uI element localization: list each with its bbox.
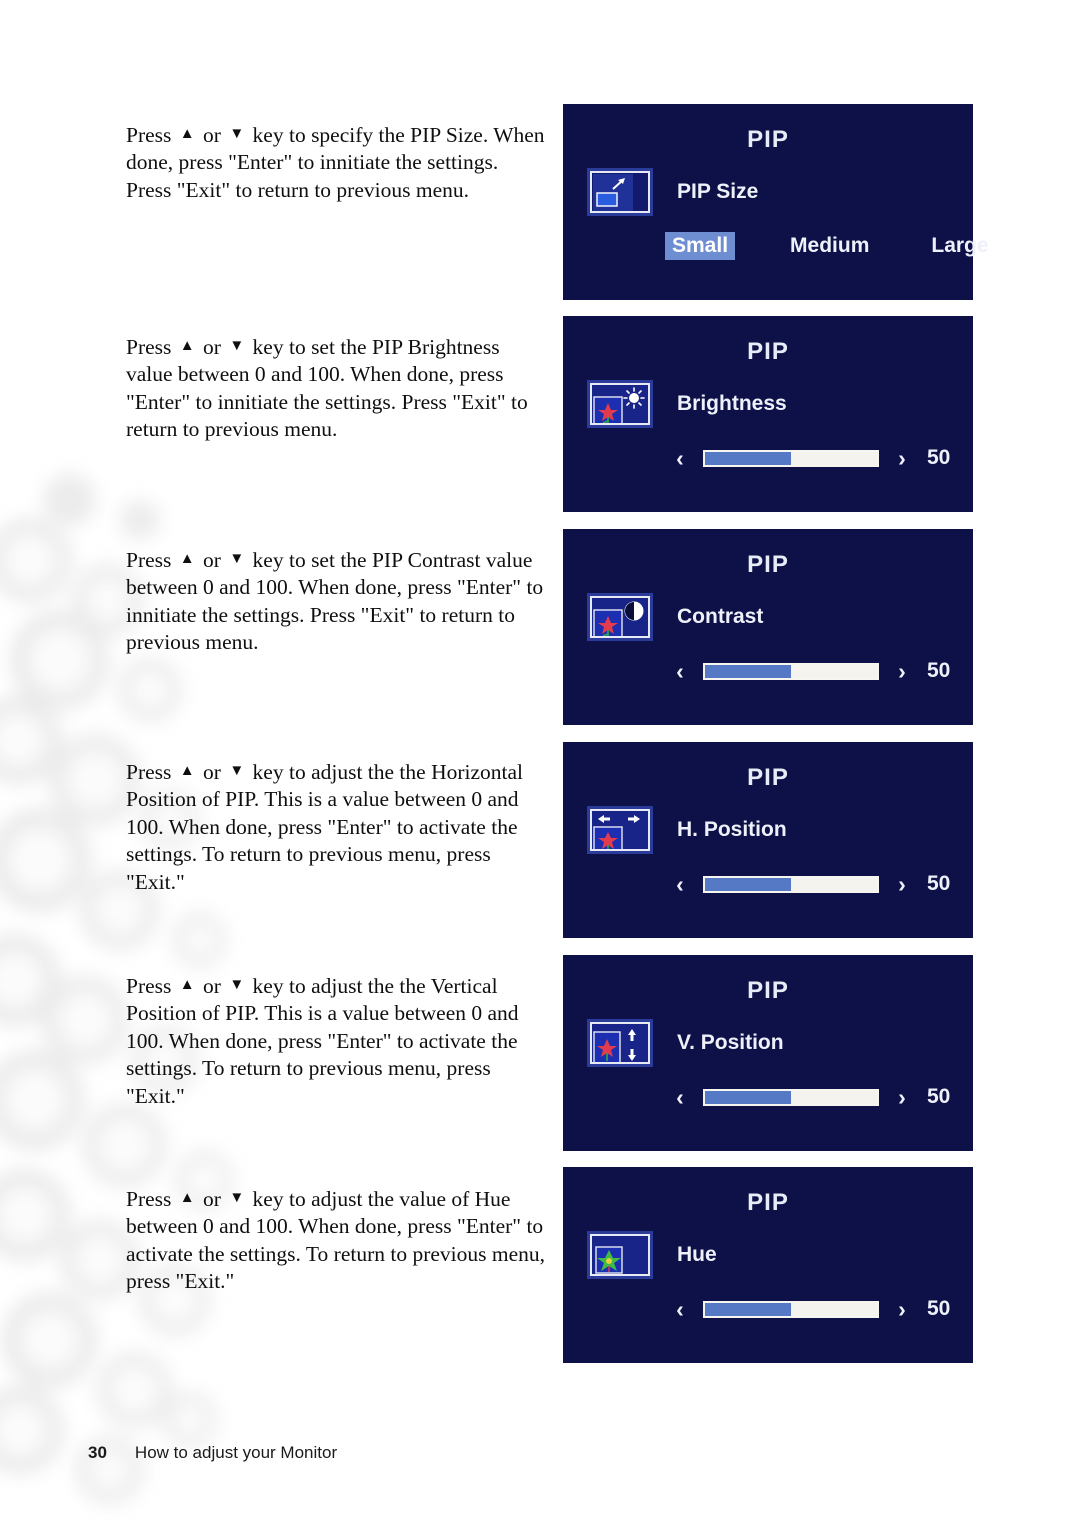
or-word: or [203,759,221,784]
instruction-text: key to adjust the the Vertical Position … [126,973,519,1108]
increase-arrow-icon[interactable]: › [893,659,911,683]
osd-item-label: Hue [677,1243,717,1266]
contrast-slider-row: ‹ › 50 [563,659,973,683]
osd-title: PIP [747,338,789,365]
osd-title: PIP [747,1189,789,1216]
pip-size-options: Small Medium Large [563,232,989,260]
osd-label-row: PIP Size [563,168,973,216]
brightness-slider-row: ‹ › 50 [563,446,973,470]
instruction-paragraph-h-position: Press ▲ or ▼ key to adjust the the Horiz… [126,759,524,894]
slider-fill [705,664,791,678]
instruction-paragraph-v-position: Press ▲ or ▼ key to adjust the the Verti… [126,973,519,1108]
osd-title: PIP [747,977,789,1004]
osd-label-row: H. Position [563,806,973,854]
slider-track[interactable] [703,875,879,893]
page-footer: 30 How to adjust your Monitor [88,1443,337,1463]
osd-item-label: Brightness [677,392,787,415]
manual-page: Press ▲ or ▼ key to specify the PIP Size… [0,0,1080,1528]
instruction-paragraph-brightness: Press ▲ or ▼ key to set the PIP Brightne… [126,334,528,442]
page-number: 30 [88,1443,107,1462]
decrease-arrow-icon[interactable]: ‹ [671,446,689,470]
option-large[interactable]: Large [924,232,995,260]
instruction-paragraph-pip-size: Press ▲ or ▼ key to specify the PIP Size… [126,122,545,202]
decrease-arrow-icon[interactable]: ‹ [671,1085,689,1109]
slider-value: 50 [927,872,951,895]
osd-panel-brightness: PIP Brightness ‹ › 50 [563,316,973,512]
osd-item-label: Contrast [677,605,764,628]
or-word: or [203,334,221,359]
h-position-slider-row: ‹ › 50 [563,872,973,896]
slider-track[interactable] [703,449,879,467]
or-word: or [203,973,221,998]
osd-item-label: PIP Size [677,180,759,203]
increase-arrow-icon[interactable]: › [893,1085,911,1109]
horizontal-position-arrows-icon [587,806,653,854]
brightness-sun-icon [587,380,653,428]
osd-panel-h-position: PIP H. Position ‹ › 50 [563,742,973,938]
osd-label-row: Hue [563,1231,973,1279]
increase-arrow-icon[interactable]: › [893,872,911,896]
footer-chapter-title: How to adjust your Monitor [134,1443,338,1462]
press-word: Press [126,1186,172,1211]
slider-track[interactable] [703,1300,879,1318]
press-word: Press [126,547,172,572]
osd-title: PIP [747,551,789,578]
increase-arrow-icon[interactable]: › [893,1297,911,1321]
slider-fill [705,1090,791,1104]
pip-size-icon [587,168,653,216]
osd-item-label: H. Position [677,818,787,841]
instruction-paragraph-hue: Press ▲ or ▼ key to adjust the value of … [126,1186,546,1294]
slider-fill [705,1302,791,1316]
osd-label-row: V. Position [563,1019,973,1067]
hue-slider-row: ‹ › 50 [563,1297,973,1321]
decrease-arrow-icon[interactable]: ‹ [671,1297,689,1321]
hue-flower-icon [587,1231,653,1279]
slider-track[interactable] [703,662,879,680]
press-word: Press [126,973,172,998]
press-word: Press [126,122,172,147]
osd-title: PIP [747,126,789,153]
press-word: Press [126,759,172,784]
slider-value: 50 [927,1085,951,1108]
or-word: or [203,547,221,572]
osd-panel-hue: PIP Hue ‹ › 50 [563,1167,973,1363]
slider-fill [705,451,791,465]
osd-label-row: Contrast [563,593,973,641]
v-position-slider-row: ‹ › 50 [563,1085,973,1109]
vertical-position-arrows-icon [587,1019,653,1067]
or-word: or [203,122,221,147]
osd-label-row: Brightness [563,380,973,428]
decrease-arrow-icon[interactable]: ‹ [671,659,689,683]
option-medium[interactable]: Medium [783,232,876,260]
slider-value: 50 [927,446,951,469]
osd-item-label: V. Position [677,1031,784,1054]
slider-track[interactable] [703,1088,879,1106]
or-word: or [203,1186,221,1211]
osd-title: PIP [747,764,789,791]
osd-panel-contrast: PIP Contrast ‹ › 50 [563,529,973,725]
instruction-text: key to adjust the the Horizontal Positio… [126,759,524,894]
option-small[interactable]: Small [665,232,736,260]
slider-value: 50 [927,1297,951,1320]
slider-value: 50 [927,659,951,682]
contrast-half-circle-icon [587,593,653,641]
press-word: Press [126,334,172,359]
osd-panel-v-position: PIP V. Position ‹ › 50 [563,955,973,1151]
increase-arrow-icon[interactable]: › [893,446,911,470]
osd-panel-pip-size: PIP PIP Size Small Medium Large [563,104,989,300]
slider-fill [705,877,791,891]
instruction-paragraph-contrast: Press ▲ or ▼ key to set the PIP Contrast… [126,547,544,655]
decrease-arrow-icon[interactable]: ‹ [671,872,689,896]
